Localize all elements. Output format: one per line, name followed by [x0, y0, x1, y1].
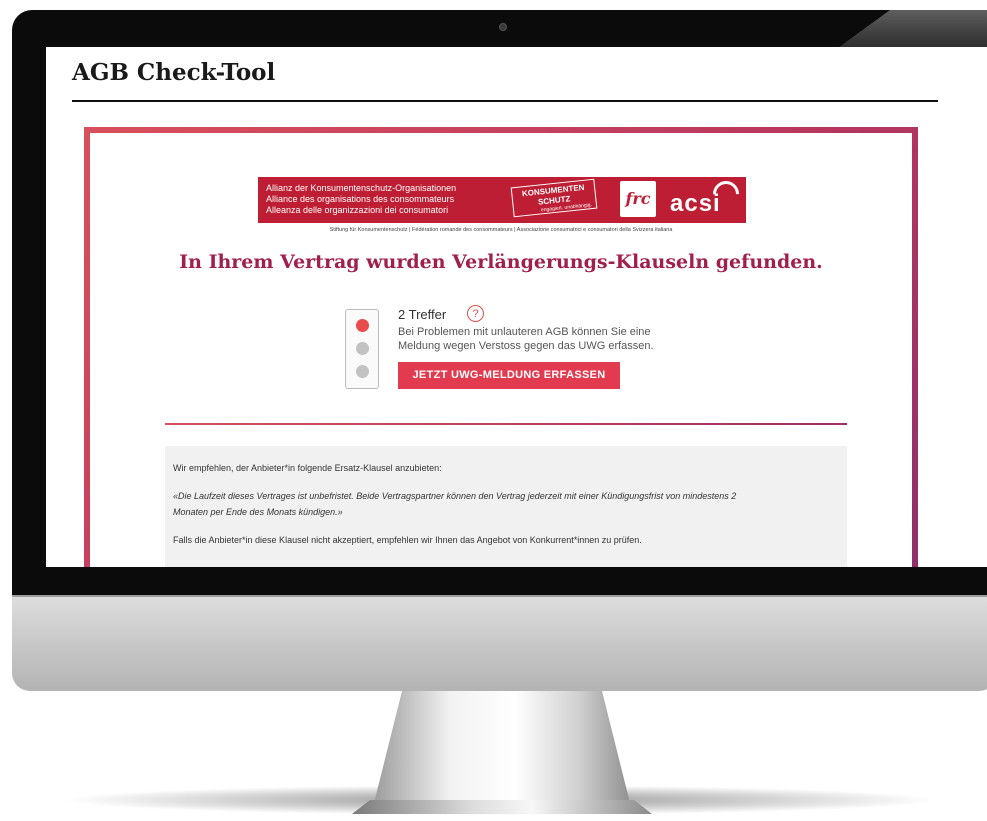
traffic-light-green: [356, 365, 369, 378]
hits-count: 2 Treffer: [398, 307, 447, 322]
result-card-inner: Allianz der Konsumentenschutz-Organisati…: [90, 133, 912, 567]
camera-icon: [499, 23, 507, 31]
monitor-stand: [372, 691, 632, 811]
monitor-chin-edge: [12, 595, 987, 597]
recommendation-clause-line2: Monaten per Ende des Monats kündigen.»: [173, 507, 343, 517]
monitor-stand-foot: [352, 800, 652, 814]
title-rule: [72, 100, 938, 102]
hint-text: Bei Problemen mit unlauteren AGB können …: [398, 326, 698, 353]
monitor-screen: AGB Check-Tool Allianz der Konsumentensc…: [46, 47, 987, 567]
section-divider: [165, 423, 847, 425]
help-icon[interactable]: ?: [467, 305, 484, 322]
recommendation-intro: Wir empfehlen, der Anbieter*in folgende …: [173, 463, 442, 473]
uwg-report-button[interactable]: JETZT UWG-MELDUNG ERFASSEN: [398, 362, 620, 389]
result-card: Allianz der Konsumentenschutz-Organisati…: [84, 127, 918, 567]
recommendation-followup: Falls die Anbieter*in diese Klausel nich…: [173, 535, 642, 545]
page-title: AGB Check-Tool: [72, 59, 276, 86]
konsumentenschutz-logo: KONSUMENTEN SCHUTZ engagiert. unabhängig…: [510, 178, 598, 218]
hint-line-1: Bei Problemen mit unlauteren AGB können …: [398, 326, 651, 338]
traffic-light-red: [356, 319, 369, 332]
monitor-chin: [12, 595, 987, 691]
banner-line-it: Alleanza delle organizzazioni dei consum…: [266, 205, 449, 215]
foundation-line: Stiftung für Konsumentenschutz | Fédérat…: [329, 227, 673, 233]
alliance-banner: Allianz der Konsumentenschutz-Organisati…: [258, 175, 746, 223]
frc-logo: frc: [620, 181, 656, 217]
traffic-light: [345, 309, 379, 389]
banner-line-de: Allianz der Konsumentenschutz-Organisati…: [266, 183, 457, 193]
banner-line-fr: Alliance des organisations des consommat…: [266, 194, 455, 204]
hint-line-2: Meldung wegen Verstoss gegen das UWG erf…: [398, 339, 654, 352]
recommendation-box: Wir empfehlen, der Anbieter*in folgende …: [165, 446, 847, 567]
result-headline: In Ihrem Vertrag wurden Verlängerungs-Kl…: [179, 251, 823, 273]
traffic-light-yellow: [356, 342, 369, 355]
recommendation-clause-line1: «Die Laufzeit dieses Vertrages ist unbef…: [173, 491, 737, 501]
stage: AGB Check-Tool Allianz der Konsumentensc…: [0, 0, 987, 821]
